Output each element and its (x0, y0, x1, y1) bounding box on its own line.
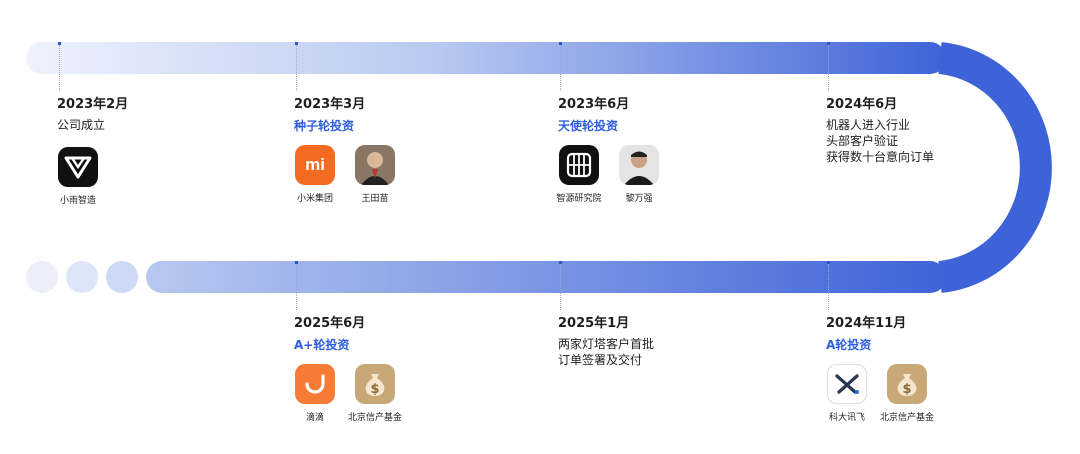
milestone-2025-06: 2025年6月 A+轮投资 滴滴 $ 北京信产基金 (294, 315, 534, 423)
milestone-date: 2023年2月 (57, 97, 129, 112)
money-bag-icon: $ (355, 364, 395, 404)
milestone-date: 2023年3月 (294, 97, 366, 112)
milestone-2023-06: 2023年6月 天使轮投资 智源研究院 黎万强 (556, 96, 798, 204)
company-logo: $ 北京信产基金 (880, 364, 934, 423)
funding-round: A+轮投资 (294, 338, 350, 352)
investor-photo: 黎万强 (618, 145, 660, 204)
money-bag-icon: $ (887, 364, 927, 404)
funding-round: 种子轮投资 (294, 119, 355, 133)
milestone-date: 2024年6月 (826, 97, 898, 112)
timeline-marker-line (828, 264, 829, 310)
milestone-date: 2023年6月 (558, 97, 630, 112)
logo-name: 黎万强 (625, 194, 653, 204)
timeline-marker-line (296, 45, 297, 91)
timeline-marker-line (560, 45, 561, 91)
company-logo: $ 北京信产基金 (348, 364, 402, 423)
track-start-circle (106, 261, 138, 293)
investor-portrait-icon (619, 145, 659, 185)
logo-name: 王田苗 (361, 194, 389, 204)
milestone-desc-line: 两家灯塔客户首批 (558, 337, 655, 351)
milestone-desc-line: 获得数十台意向订单 (826, 150, 935, 164)
milestone-2025-01: 2025年1月 两家灯塔客户首批 订单签署及交付 (558, 315, 798, 368)
timeline-marker-line (828, 45, 829, 91)
track-curve-segment (938, 42, 1052, 293)
xiaoyu-logo-icon (58, 147, 98, 187)
didi-logo-icon (295, 364, 335, 404)
milestone-date: 2025年1月 (558, 316, 630, 331)
company-logo: 智源研究院 (556, 145, 602, 204)
milestone-desc-line: 公司成立 (57, 118, 106, 132)
milestone-date: 2025年6月 (294, 316, 366, 331)
funding-round: A轮投资 (826, 338, 872, 352)
baai-logo-icon (559, 145, 599, 185)
milestone-2023-02: 2023年2月 公司成立 小雨智造 (57, 96, 297, 206)
track-start-circle (66, 261, 98, 293)
track-top-segment (26, 42, 946, 74)
timeline-marker-line (560, 264, 561, 310)
track-start-circle (26, 261, 58, 293)
timeline-marker-line (59, 45, 60, 91)
timeline-marker-line (296, 264, 297, 310)
logo-name: 滴滴 (305, 413, 324, 423)
milestone-2023-03: 2023年3月 种子轮投资 mi 小米集团 王田苗 (294, 96, 534, 204)
money-bag-mark: $ (370, 381, 380, 397)
logo-name: 北京信产基金 (348, 413, 403, 423)
investor-photo: 王田苗 (354, 145, 396, 204)
milestone-2024-11: 2024年11月 A轮投资 科大讯飞 $ 北京信产基金 (826, 315, 1066, 423)
company-logo: mi 小米集团 (294, 145, 336, 204)
company-logo: 科大讯飞 (826, 364, 868, 423)
money-bag-mark: $ (902, 381, 912, 397)
funding-round: 天使轮投资 (558, 119, 619, 133)
logo-name: 智源研究院 (556, 194, 602, 204)
milestone-desc-line: 头部客户验证 (826, 134, 899, 148)
investor-portrait-icon (355, 145, 395, 185)
iflytek-logo-icon (827, 364, 867, 404)
company-logo: 小雨智造 (57, 147, 99, 206)
logo-name: 科大讯飞 (828, 413, 865, 423)
track-bottom-segment (146, 261, 946, 293)
milestone-desc-line: 机器人进入行业 (826, 118, 911, 132)
logo-name: 小米集团 (296, 194, 333, 204)
logo-name: 北京信产基金 (880, 413, 935, 423)
xiaomi-logo-mark: mi (305, 155, 325, 174)
milestone-date: 2024年11月 (826, 316, 907, 331)
xiaomi-logo-icon: mi (295, 145, 335, 185)
company-logo: 滴滴 (294, 364, 336, 423)
milestone-2024-06: 2024年6月 机器人进入行业 头部客户验证 获得数十台意向订单 (826, 96, 1066, 165)
logo-name: 小雨智造 (59, 196, 96, 206)
milestone-desc-line: 订单签署及交付 (558, 353, 643, 367)
